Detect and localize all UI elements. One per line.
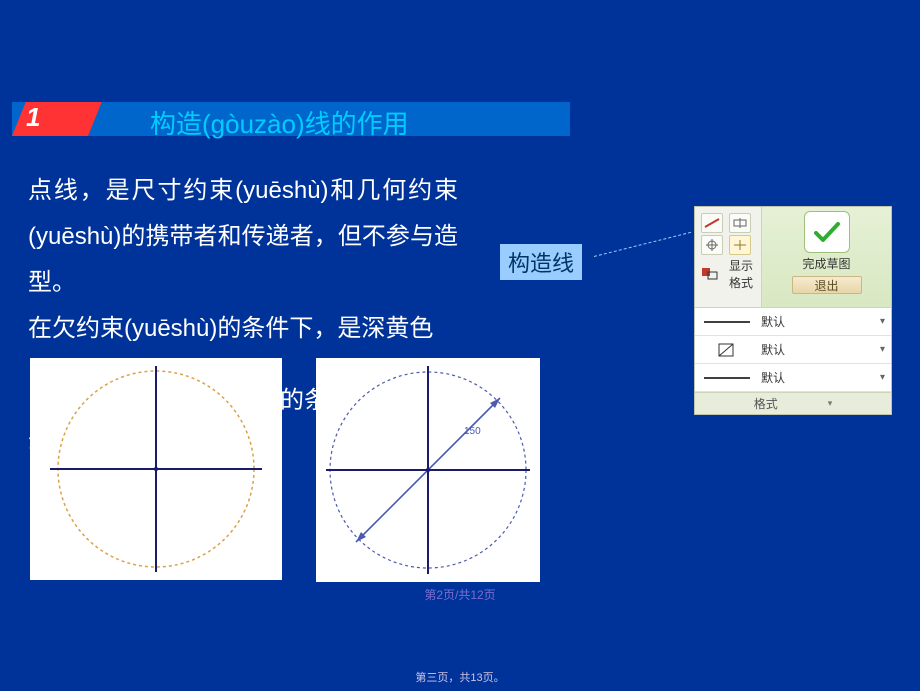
finish-sketch-label: 完成草图 [802,255,850,272]
body-text: 点线，是尺寸约束(yuēshù)和几何约束(yuēshù)的携带者和传递者，但不… [28,168,458,352]
crosshair-icon[interactable] [729,235,751,255]
chevron-down-icon: ▾ [880,344,885,355]
section-header: 1 构造(gòuzào)线的作用 [12,102,570,136]
leader-line [594,232,691,257]
chevron-down-icon: ▾ [828,398,833,409]
show-format-label: 显示格式 [729,257,757,291]
hatch-swatch [701,343,753,357]
paragraph-1: 点线，是尺寸约束(yuēshù)和几何约束(yuēshù)的携带者和传递者，但不… [28,168,458,306]
panel-footer: 格式▾ [695,392,891,414]
figure-dim-circle: 150 [316,358,540,582]
figures: 150 [30,358,570,582]
construction-line-icon[interactable] [701,213,723,233]
linetype-row-1[interactable]: 默认 ▾ [695,308,891,336]
section-title: 构造(gòuzào)线的作用 [150,104,409,141]
page-number-outer: 第三页，共13页。 [0,669,920,685]
figure-unconstrained-circle [30,358,282,580]
solid-line-swatch-2 [701,371,753,385]
linetype-row-2[interactable]: 默认 ▾ [695,336,891,364]
center-point-icon[interactable] [701,235,723,255]
show-format-icon[interactable] [701,264,719,284]
linetype-row-3[interactable]: 默认 ▾ [695,364,891,392]
section-number-badge: 1 [12,102,102,136]
format-panel: 显示格式 完成草图 退出 默认 ▾ 默认 ▾ [694,206,892,415]
dim-value: 150 [464,426,481,437]
chevron-down-icon: ▾ [880,316,885,327]
construction-line-label: 构造线 [500,244,582,280]
paragraph-2a: 在欠约束(yuēshù)的条件下，是深黄色 [28,306,433,352]
solid-line-swatch [701,315,753,329]
centerline-icon[interactable] [729,213,751,233]
page-number-inner: 第2页/共12页 [0,586,920,603]
exit-button[interactable]: 退出 [792,276,862,294]
chevron-down-icon: ▾ [880,372,885,383]
section-number: 1 [26,102,40,133]
finish-sketch-button[interactable] [804,211,850,253]
